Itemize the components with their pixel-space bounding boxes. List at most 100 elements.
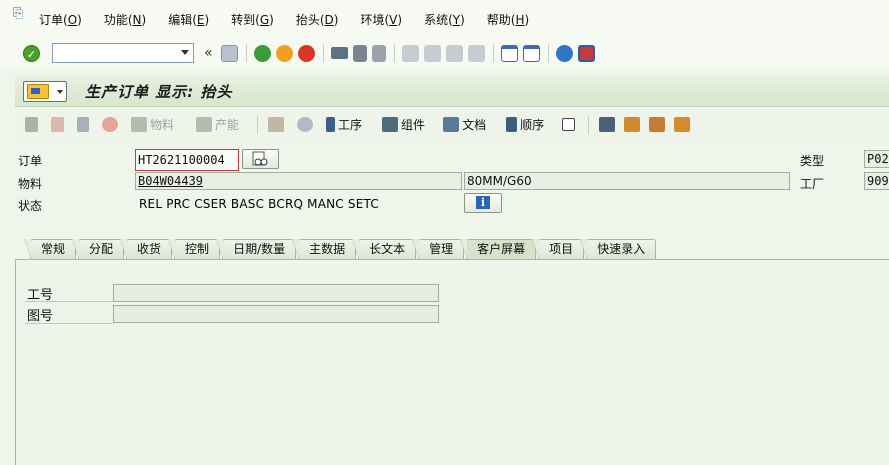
- save-icon[interactable]: [221, 44, 239, 62]
- menu-edit[interactable]: 编辑(E): [168, 11, 209, 28]
- drawing-number-field[interactable]: [113, 305, 439, 323]
- find-icon[interactable]: [353, 44, 368, 62]
- flag-button[interactable]: [25, 114, 41, 136]
- help-ring-button[interactable]: [102, 114, 121, 136]
- previous-page-icon[interactable]: [424, 44, 442, 62]
- menu-environment[interactable]: 环境(V): [360, 11, 402, 28]
- lifebuoy-icon: [102, 117, 118, 132]
- plant-label: 工厂: [800, 177, 825, 191]
- components-button[interactable]: 组件: [382, 114, 425, 136]
- order-display-button[interactable]: [242, 149, 279, 169]
- hierarchy-icon: [268, 117, 285, 132]
- menu-order[interactable]: 订单(O): [39, 11, 82, 28]
- back-icon[interactable]: [254, 44, 272, 62]
- flag-icon: [25, 117, 38, 132]
- material-button[interactable]: 物料: [131, 114, 174, 136]
- tree-view-button[interactable]: [624, 114, 643, 136]
- material-icon: [131, 117, 147, 132]
- cube-icon: [562, 118, 576, 131]
- next-page-icon[interactable]: [446, 44, 464, 62]
- find-next-icon[interactable]: [372, 44, 387, 62]
- grid-icon: [674, 117, 691, 132]
- notes-button[interactable]: [51, 114, 67, 136]
- status-value: REL PRC CSER BASC BCRQ MANC SETC: [139, 197, 379, 211]
- tab-dates-quantities[interactable]: 日期/数量: [216, 239, 297, 259]
- capacity-button[interactable]: 产能: [196, 114, 239, 136]
- hierarchy-button[interactable]: [268, 114, 287, 136]
- menu-system[interactable]: 系统(Y): [424, 11, 465, 28]
- sort-button[interactable]: [649, 114, 668, 136]
- drawing-number-label: 图号: [27, 309, 54, 324]
- tab-customer-screen[interactable]: 客户屏幕: [460, 239, 537, 259]
- exit-icon[interactable]: [276, 44, 294, 62]
- menu-help[interactable]: 帮助(H): [487, 11, 529, 28]
- dropdown-arrow-icon: [57, 89, 63, 94]
- status-info-button[interactable]: i: [464, 193, 502, 213]
- notes-icon: [51, 117, 64, 132]
- command-field[interactable]: [52, 43, 194, 63]
- sequences-button[interactable]: 顺序: [506, 114, 544, 136]
- material-label: 物料: [18, 177, 43, 191]
- material-field[interactable]: B04W04439: [135, 172, 462, 190]
- tab-project[interactable]: 项目: [532, 239, 585, 259]
- menu-function[interactable]: 功能(N): [104, 11, 146, 28]
- gui-menu-button[interactable]: [23, 80, 67, 102]
- print-icon[interactable]: [331, 47, 349, 59]
- order-field[interactable]: HT2621100004: [135, 149, 239, 171]
- stack-button[interactable]: [297, 114, 316, 136]
- material-description-field: 80MM/G60: [464, 172, 790, 190]
- tab-strip: 常规 分配 收货 控制 日期/数量 主数据 长文本 管理 客户屏幕 项目 快速录…: [23, 239, 658, 259]
- cancel-icon[interactable]: [298, 44, 316, 62]
- menu-header[interactable]: 抬头(D): [296, 11, 339, 28]
- tree-icon: [624, 117, 641, 132]
- standard-toolbar: ✓ «: [0, 38, 889, 68]
- sort-icon: [649, 117, 666, 132]
- cube-button[interactable]: [562, 114, 578, 136]
- documents-icon: [443, 117, 460, 132]
- tab-general[interactable]: 常规: [23, 239, 77, 259]
- type-label: 类型: [800, 154, 825, 168]
- table-icon: [599, 117, 616, 132]
- chevron-down-icon[interactable]: [181, 50, 189, 55]
- order-label: 订单: [18, 154, 43, 168]
- page-title: 生产订单 显示: 抬头: [85, 82, 233, 101]
- calculator-button[interactable]: [77, 114, 92, 136]
- stack-icon: [297, 117, 314, 132]
- new-session-icon[interactable]: [501, 44, 519, 62]
- tab-master-data[interactable]: 主数据: [292, 239, 357, 259]
- capacity-icon: [196, 117, 213, 132]
- first-page-icon[interactable]: [402, 44, 420, 62]
- menu-window-icon[interactable]: ⎘: [13, 7, 29, 21]
- last-page-icon[interactable]: [468, 44, 486, 62]
- back-history-icon[interactable]: «: [204, 45, 213, 61]
- enter-check-icon[interactable]: ✓: [23, 44, 40, 62]
- customize-layout-icon[interactable]: [578, 44, 596, 62]
- documents-button[interactable]: 文档: [443, 114, 486, 136]
- tab-long-text[interactable]: 长文本: [352, 239, 417, 259]
- job-number-field[interactable]: [113, 284, 439, 302]
- shortcut-icon[interactable]: [523, 44, 541, 62]
- table-view-button[interactable]: [599, 114, 618, 136]
- help-icon[interactable]: [556, 44, 574, 62]
- components-icon: [382, 117, 399, 132]
- menu-bar: ⎘ 订单(O) 功能(N) 编辑(E) 转到(G) 抬头(D) 环境(V) 系统…: [0, 0, 889, 38]
- application-toolbar: 物料 产能 工序 组件 文档 顺序: [15, 108, 889, 141]
- operations-button[interactable]: 工序: [326, 114, 362, 136]
- customer-screen-panel: 工号 图号: [15, 259, 889, 465]
- status-label: 状态: [18, 199, 43, 213]
- type-field[interactable]: P02: [864, 150, 889, 168]
- sap-menu-icon: [27, 83, 49, 99]
- tab-goods-receipt[interactable]: 收货: [120, 239, 173, 259]
- plant-field[interactable]: 909: [864, 172, 889, 190]
- title-bar: 生产订单 显示: 抬头: [15, 76, 889, 107]
- tab-quick-entry[interactable]: 快速录入: [580, 239, 657, 259]
- info-icon: i: [476, 196, 490, 209]
- operations-icon: [326, 117, 336, 132]
- sequences-icon: [506, 117, 518, 132]
- tab-control[interactable]: 控制: [168, 239, 221, 259]
- menu-goto[interactable]: 转到(G): [231, 11, 274, 28]
- tab-assignment[interactable]: 分配: [72, 239, 125, 259]
- calculator-icon: [77, 117, 89, 132]
- tab-administration[interactable]: 管理: [412, 239, 465, 259]
- grid-button[interactable]: [674, 114, 693, 136]
